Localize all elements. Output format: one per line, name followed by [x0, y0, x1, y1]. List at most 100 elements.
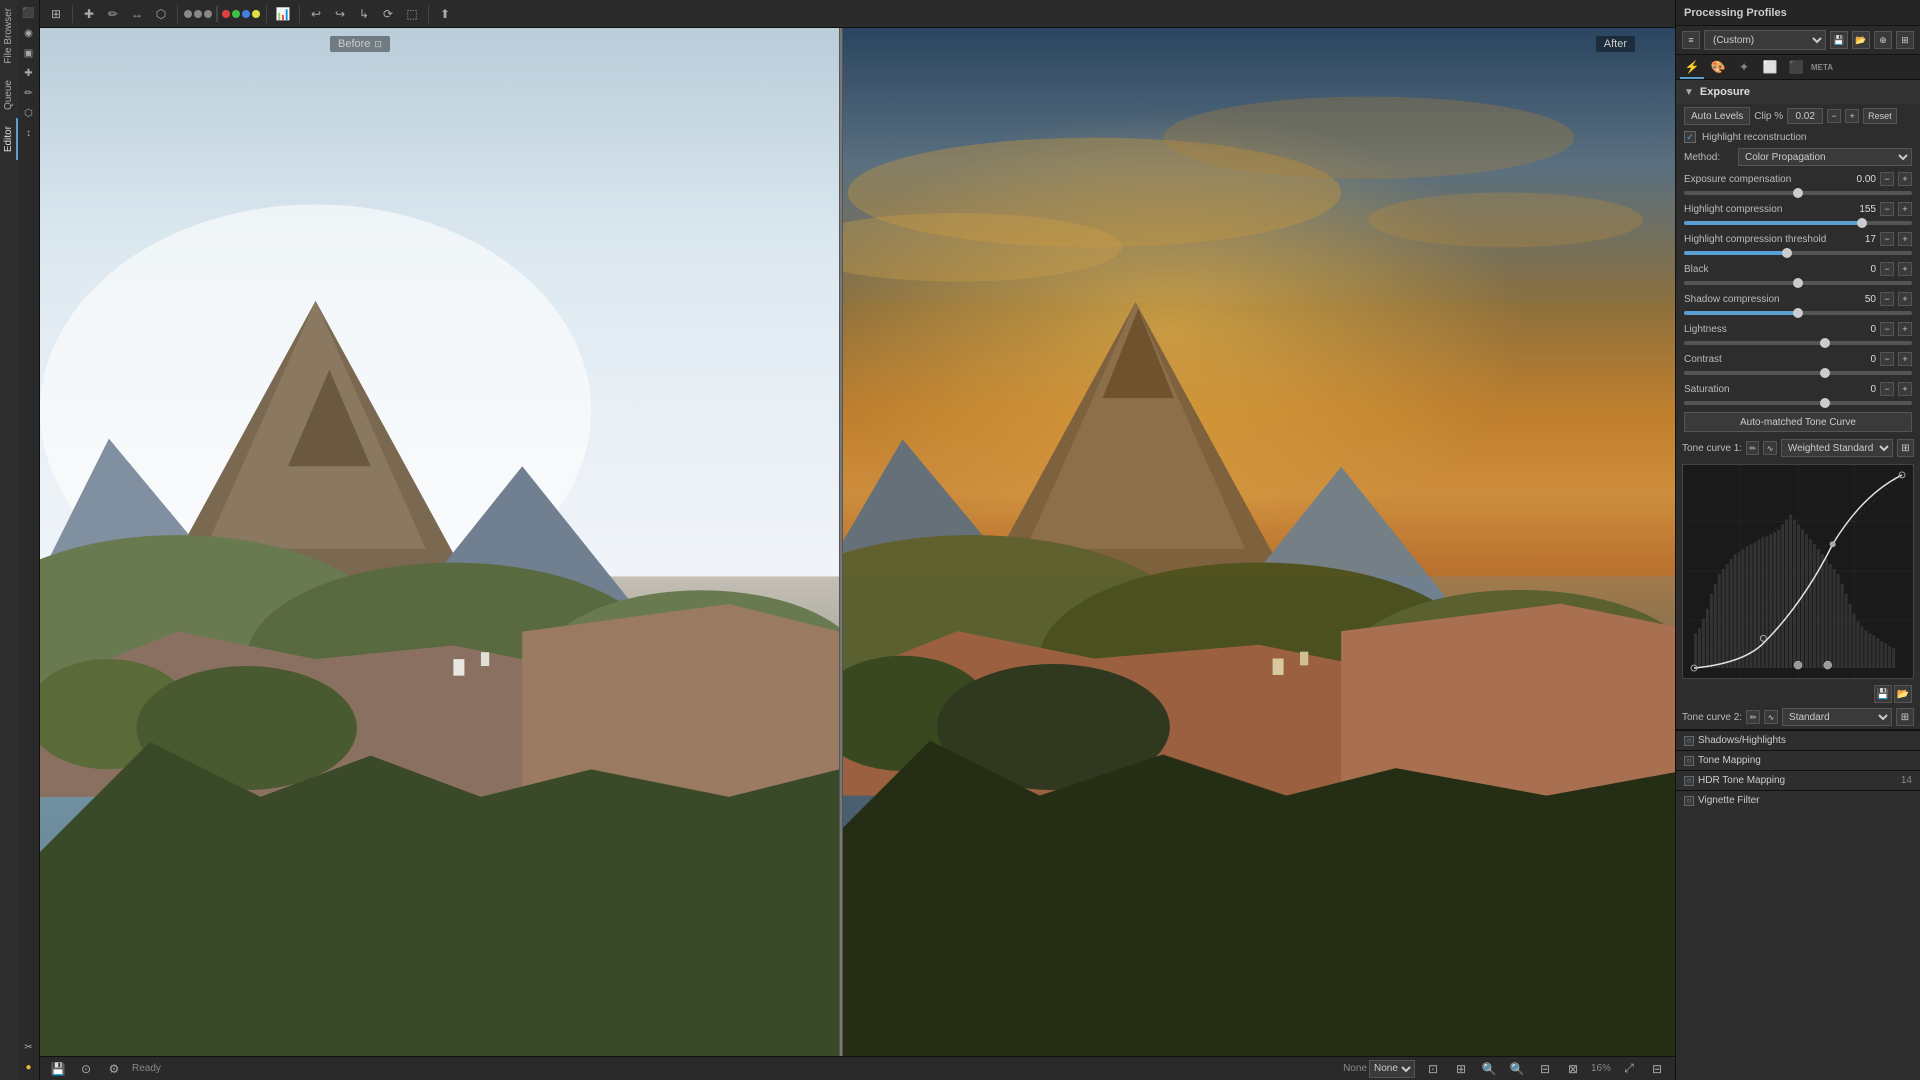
exposure-comp-minus[interactable]: −: [1880, 172, 1894, 186]
highlight-threshold-slider[interactable]: [1684, 251, 1912, 255]
toolbar-arrow[interactable]: ↔: [127, 4, 147, 24]
sidebar-icon-4[interactable]: ✚: [20, 64, 38, 82]
black-slider[interactable]: [1684, 281, 1912, 285]
highlight-comp-minus[interactable]: −: [1880, 202, 1894, 216]
tab-transform[interactable]: ⬜: [1758, 57, 1782, 79]
toolbar-undo[interactable]: ↪: [330, 4, 350, 24]
contrast-thumb[interactable]: [1820, 368, 1830, 378]
black-thumb[interactable]: [1793, 278, 1803, 288]
tc1-save-btn[interactable]: 💾: [1874, 685, 1892, 703]
tc1-select[interactable]: Weighted Standard: [1781, 439, 1893, 457]
exposure-comp-plus[interactable]: +: [1898, 172, 1912, 186]
exposure-comp-slider[interactable]: [1684, 191, 1912, 195]
shadow-comp-slider[interactable]: [1684, 311, 1912, 315]
tab-color[interactable]: 🎨: [1706, 57, 1730, 79]
fullscreen-btn[interactable]: ⤢: [1619, 1059, 1639, 1079]
zoom-fit-btn[interactable]: ⊡: [1423, 1059, 1443, 1079]
black-plus[interactable]: +: [1898, 262, 1912, 276]
tab-meta[interactable]: META: [1810, 57, 1834, 79]
hdr-tone-mapping-header[interactable]: ○ HDR Tone Mapping 14: [1676, 770, 1920, 790]
vignette-filter-check[interactable]: ○: [1684, 796, 1694, 806]
tab-raw[interactable]: ⬛: [1784, 57, 1808, 79]
tc1-extra-btn[interactable]: ⊞: [1897, 439, 1914, 457]
saturation-slider[interactable]: [1684, 401, 1912, 405]
profile-save-btn[interactable]: 💾: [1830, 31, 1848, 49]
before-icon[interactable]: ⊡: [374, 39, 382, 50]
saturation-plus[interactable]: +: [1898, 382, 1912, 396]
tc1-curve-btn[interactable]: ∿: [1763, 441, 1776, 455]
highlight-reconstruction-check[interactable]: ✓: [1684, 131, 1696, 143]
highlight-reconstruction-row[interactable]: ✓ Highlight reconstruction: [1676, 128, 1920, 146]
highlight-comp-thumb[interactable]: [1857, 218, 1867, 228]
sidebar-icon-crop[interactable]: ✂: [20, 1038, 38, 1056]
tc1-load-btn[interactable]: 📂: [1894, 685, 1912, 703]
exposure-header[interactable]: ▼ Exposure: [1676, 80, 1920, 104]
toolbar-redo-prev[interactable]: ↳: [354, 4, 374, 24]
toolbar-transform[interactable]: ⬡: [151, 4, 171, 24]
sidebar-icon-3[interactable]: ▣: [20, 44, 38, 62]
sidebar-icon-6[interactable]: ⬡: [20, 104, 38, 122]
sidebar-icon-7[interactable]: ↕: [20, 124, 38, 142]
tone-mapping-header[interactable]: ○ Tone Mapping: [1676, 750, 1920, 770]
zoom-100-btn[interactable]: ⊞: [1451, 1059, 1471, 1079]
lightness-plus[interactable]: +: [1898, 322, 1912, 336]
auto-matched-tone-btn[interactable]: Auto-matched Tone Curve: [1684, 412, 1912, 432]
shadow-comp-minus[interactable]: −: [1880, 292, 1894, 306]
hdr-tone-mapping-check[interactable]: ○: [1684, 776, 1694, 786]
sidebar-icon-2[interactable]: ◉: [20, 24, 38, 42]
contrast-slider[interactable]: [1684, 371, 1912, 375]
tc2-curve-btn[interactable]: ∿: [1764, 710, 1778, 724]
profile-paste-btn[interactable]: ⊞: [1896, 31, 1914, 49]
exposure-comp-thumb[interactable]: [1793, 188, 1803, 198]
profile-list-btn[interactable]: ≡: [1682, 31, 1700, 49]
shadow-comp-thumb[interactable]: [1793, 308, 1803, 318]
status-save-btn[interactable]: 💾: [48, 1059, 68, 1079]
split-btn[interactable]: ⊟: [1647, 1059, 1667, 1079]
zoom-in-btn[interactable]: 🔍: [1507, 1059, 1527, 1079]
status-settings-btn[interactable]: ⚙: [104, 1059, 124, 1079]
tone-mapping-check[interactable]: ○: [1684, 756, 1694, 766]
black-minus[interactable]: −: [1880, 262, 1894, 276]
method-select[interactable]: Color Propagation: [1738, 148, 1912, 166]
profile-select[interactable]: (Custom): [1704, 30, 1826, 50]
contrast-plus[interactable]: +: [1898, 352, 1912, 366]
sidebar-icon-color[interactable]: ●: [20, 1058, 38, 1076]
saturation-minus[interactable]: −: [1880, 382, 1894, 396]
toolbar-home[interactable]: ⊞: [46, 4, 66, 24]
vtab-queue[interactable]: Queue: [1, 72, 18, 118]
toolbar-undo-prev[interactable]: ↩: [306, 4, 326, 24]
contrast-minus[interactable]: −: [1880, 352, 1894, 366]
tc2-edit-btn[interactable]: ✏: [1746, 710, 1760, 724]
zoom-fill-btn[interactable]: ⊠: [1563, 1059, 1583, 1079]
sidebar-icon-5[interactable]: ✏: [20, 84, 38, 102]
toolbar-pencil[interactable]: ✏: [103, 4, 123, 24]
toolbar-copy[interactable]: ⬚: [402, 4, 422, 24]
reset-btn[interactable]: Reset: [1863, 108, 1897, 124]
lightness-minus[interactable]: −: [1880, 322, 1894, 336]
lightness-thumb[interactable]: [1820, 338, 1830, 348]
mode-select[interactable]: None: [1369, 1060, 1415, 1078]
vignette-filter-header[interactable]: ○ Vignette Filter: [1676, 790, 1920, 810]
lightness-slider[interactable]: [1684, 341, 1912, 345]
toolbar-histogram[interactable]: 📊: [273, 4, 293, 24]
profile-load-btn[interactable]: 📂: [1852, 31, 1870, 49]
highlight-threshold-thumb[interactable]: [1782, 248, 1792, 258]
tone-curve-graph[interactable]: [1682, 464, 1914, 679]
highlight-threshold-plus[interactable]: +: [1898, 232, 1912, 246]
auto-levels-btn[interactable]: Auto Levels: [1684, 107, 1750, 125]
highlight-threshold-minus[interactable]: −: [1880, 232, 1894, 246]
tc2-extra-btn[interactable]: ⊞: [1896, 708, 1914, 726]
saturation-thumb[interactable]: [1820, 398, 1830, 408]
zoom-fit2-btn[interactable]: ⊟: [1535, 1059, 1555, 1079]
toolbar-export[interactable]: ⬆: [435, 4, 455, 24]
toolbar-redo[interactable]: ⟳: [378, 4, 398, 24]
shadows-highlights-check[interactable]: ○: [1684, 736, 1694, 746]
zoom-out-btn[interactable]: 🔍: [1479, 1059, 1499, 1079]
vtab-editor[interactable]: Editor: [1, 118, 18, 160]
tc2-select[interactable]: Standard: [1782, 708, 1892, 726]
tc1-edit-btn[interactable]: ✏: [1746, 441, 1759, 455]
vtab-filebrowser[interactable]: File Browser: [1, 0, 18, 72]
clip-plus-btn[interactable]: +: [1845, 109, 1859, 123]
status-profile-btn[interactable]: ⊙: [76, 1059, 96, 1079]
profile-copy-btn[interactable]: ⊕: [1874, 31, 1892, 49]
